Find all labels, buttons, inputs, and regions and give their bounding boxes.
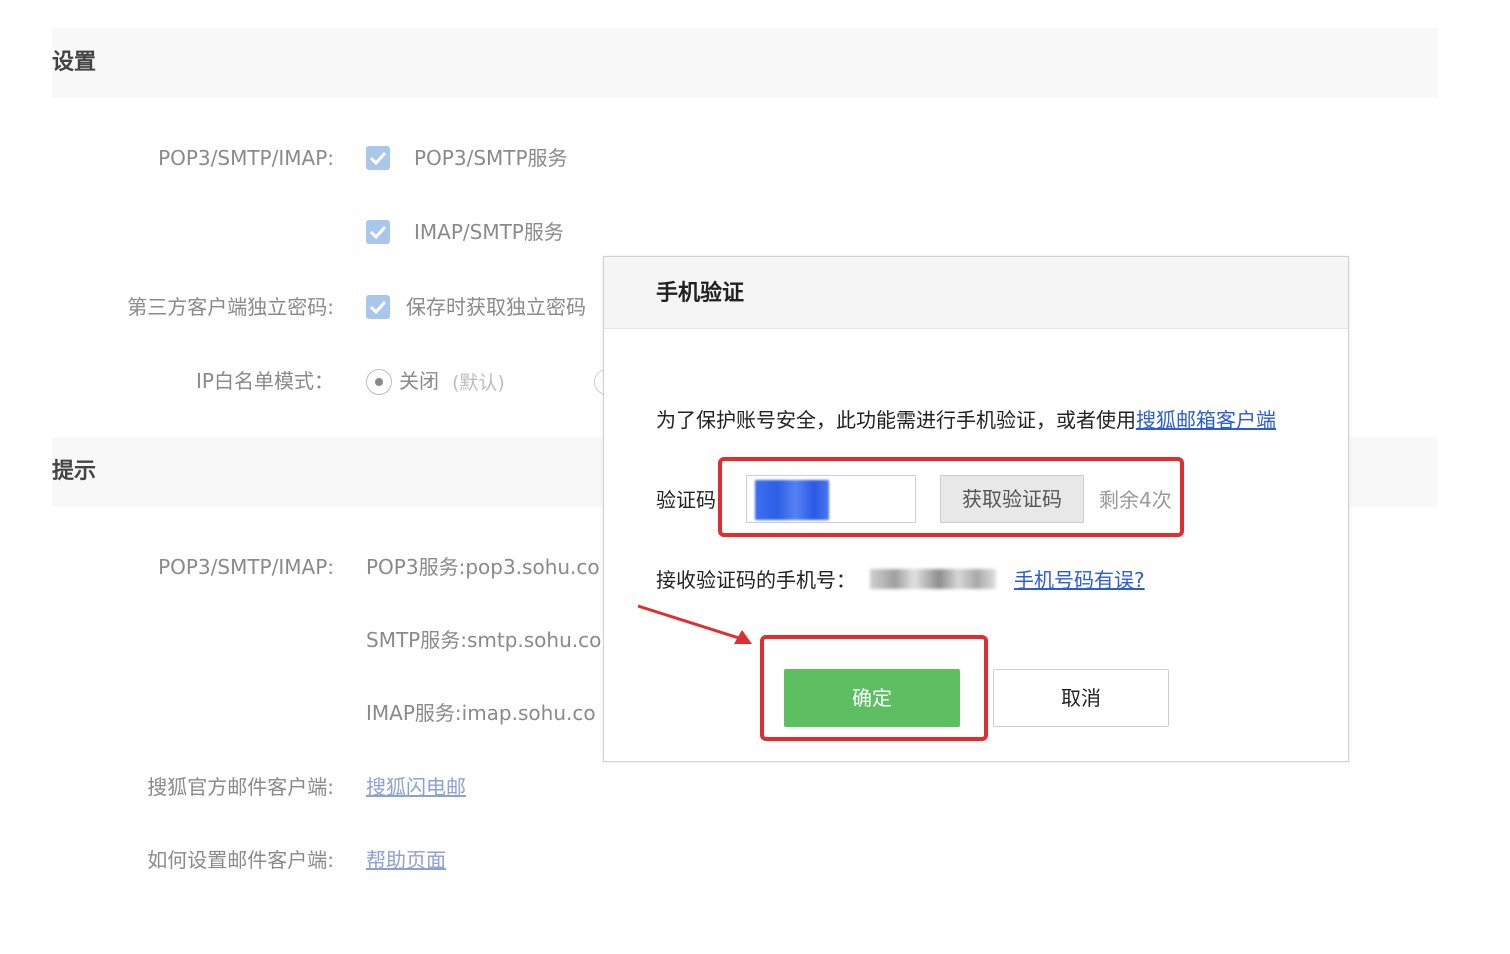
pop3-smtp-checkbox[interactable] <box>366 146 390 170</box>
pop3-smtp-option-label: POP3/SMTP服务 <box>414 146 568 170</box>
sohu-mail-client-link[interactable]: 搜狐邮箱客户端 <box>1136 408 1276 432</box>
phone-number-error-link[interactable]: 手机号码有误? <box>1014 567 1145 593</box>
ip-whitelist-default-note: (默认) <box>452 372 505 394</box>
imap-smtp-checkbox[interactable] <box>366 220 390 244</box>
ip-whitelist-off-radio[interactable] <box>366 369 392 395</box>
third-party-password-checkbox[interactable] <box>366 295 390 319</box>
imap-server-text: IMAP服务:imap.sohu.co <box>366 701 596 725</box>
pop3-server-text: POP3服务:pop3.sohu.co <box>366 555 600 579</box>
smtp-server-text: SMTP服务:smtp.sohu.co <box>366 628 602 652</box>
ip-whitelist-label: IP白名单模式： <box>196 369 334 393</box>
third-party-password-option-label: 保存时获取独立密码 <box>406 295 586 319</box>
third-party-password-label: 第三方客户端独立密码: <box>127 295 334 319</box>
dialog-header: 手机验证 <box>604 257 1348 329</box>
client-setup-help-label: 如何设置邮件客户端: <box>147 848 334 872</box>
receiving-phone-label: 接收验证码的手机号： <box>656 568 856 592</box>
dialog-message-text: 为了保护账号安全，此功能需进行手机验证，或者使用 <box>656 408 1136 432</box>
blurred-phone-number <box>870 569 996 589</box>
verification-code-label: 验证码 <box>656 488 716 512</box>
code-row-highlight-box <box>718 457 1184 537</box>
tips-section-title: 提示 <box>52 459 97 484</box>
tips-pop-smtp-imap-label: POP3/SMTP/IMAP: <box>158 555 334 579</box>
pop-smtp-imap-label: POP3/SMTP/IMAP: <box>158 146 334 170</box>
ip-whitelist-off-label: 关闭 <box>399 369 439 393</box>
check-icon <box>369 300 387 315</box>
official-client-link[interactable]: 搜狐闪电邮 <box>366 774 466 800</box>
official-client-label: 搜狐官方邮件客户端: <box>147 775 334 799</box>
dialog-title: 手机验证 <box>656 281 745 306</box>
check-icon <box>369 151 387 166</box>
radio-dot-icon <box>375 378 383 386</box>
red-arrow-icon <box>637 604 752 644</box>
check-icon <box>369 225 387 240</box>
cancel-button[interactable]: 取消 <box>993 669 1169 727</box>
settings-section-title: 设置 <box>52 50 97 75</box>
settings-section-header: 设置 <box>52 28 1438 98</box>
imap-smtp-option-label: IMAP/SMTP服务 <box>414 220 564 244</box>
confirm-highlight-box <box>760 635 988 741</box>
help-page-link[interactable]: 帮助页面 <box>366 847 446 873</box>
dialog-message: 为了保护账号安全，此功能需进行手机验证，或者使用搜狐邮箱客户端 <box>656 407 1276 433</box>
